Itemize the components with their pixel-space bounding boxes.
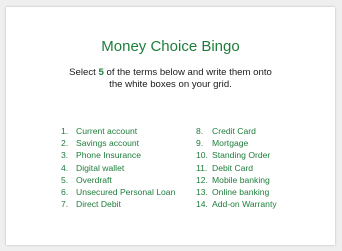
item-label: Unsecured Personal Loan (76, 187, 176, 198)
list-item: 7. Direct Debit (61, 198, 181, 210)
item-number: 9. (196, 138, 204, 149)
item-label: Credit Card (212, 126, 256, 136)
item-number: 6. (61, 187, 69, 198)
item-number: 10. (196, 150, 208, 161)
item-number: 11. (196, 162, 208, 173)
item-label: Add-on Warranty (212, 199, 277, 210)
list-item: 6. Unsecured Personal Loan (61, 186, 181, 198)
instructions-line1: of the terms below and write them onto (103, 67, 272, 78)
list-item: 4. Digital wallet (61, 162, 181, 174)
item-number: 13. (196, 187, 208, 198)
list-item: 12. Mobile banking (196, 174, 321, 186)
item-number: 4. (61, 162, 69, 173)
list-item: 3. Phone Insurance (61, 149, 181, 161)
item-number: 2. (61, 138, 69, 149)
terms-list-right: 8. Credit Card 9. Mortgage 10. Standing Ord… (196, 125, 321, 210)
page-title: Money Choice Bingo (101, 38, 240, 55)
item-label: Mobile banking (212, 174, 270, 185)
item-number: 12. (196, 174, 208, 185)
item-label: Debit Card (212, 162, 254, 173)
item-label: Online banking (212, 187, 270, 198)
slide: Money Choice Bingo Select 5 of the terms… (6, 7, 335, 245)
list-item: 1. Current account (61, 125, 181, 137)
item-label: Digital wallet (76, 162, 125, 173)
list-item: 2. Savings account (61, 137, 181, 149)
item-label: Mortgage (212, 138, 249, 149)
list-item: 11. Debit Card (196, 162, 321, 174)
list-item: 8. Credit Card (196, 125, 321, 137)
list-item: 10. Standing Order (196, 149, 321, 161)
item-label: Savings account (76, 138, 140, 149)
item-number: 7. (61, 199, 69, 210)
item-label: Overdraft (76, 174, 112, 185)
item-number: 8. (196, 126, 204, 136)
item-label: Direct Debit (76, 199, 121, 210)
item-number: 1. (61, 126, 69, 136)
item-label: Standing Order (212, 150, 271, 161)
item-number: 14. (196, 199, 208, 210)
item-label: Phone Insurance (76, 150, 141, 161)
list-item: 13. Online banking (196, 186, 321, 198)
instructions: Select 5 of the terms below and write th… (36, 67, 305, 91)
item-label: Current account (76, 126, 138, 136)
list-item: 14. Add-on Warranty (196, 198, 321, 210)
instructions-line2: the white boxes on your grid. (109, 79, 232, 90)
terms-list-left: 1. Current account 2. Savings account 3. Ph… (61, 125, 181, 210)
list-item: 5. Overdraft (61, 174, 181, 186)
item-number: 5. (61, 174, 69, 185)
instructions-prefix: Select (69, 67, 99, 78)
list-item: 9. Mortgage (196, 137, 321, 149)
item-number: 3. (61, 150, 69, 161)
